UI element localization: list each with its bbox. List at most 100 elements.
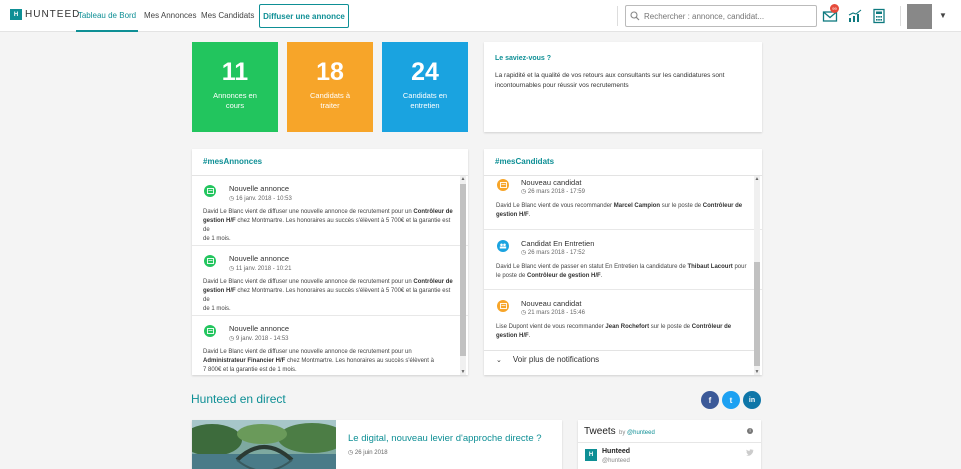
- text: chez Montmartre. Les honoraires au succè…: [285, 358, 434, 364]
- annonces-scrollbar[interactable]: ▲ ▼: [460, 176, 466, 375]
- divider: [578, 442, 761, 443]
- date-text: 26 mars 2018 - 17:59: [527, 189, 585, 195]
- notification-badge: 99: [830, 4, 839, 13]
- item-title: Nouvelle annonce: [229, 324, 290, 333]
- list-item[interactable]: Candidat En Entretien ◷ 26 mars 2018 - 1…: [484, 230, 762, 290]
- clock-icon: ◷: [229, 266, 235, 272]
- clock-icon: ◷: [229, 196, 235, 202]
- post-job-button[interactable]: Diffuser une annonce: [259, 4, 349, 28]
- scroll-down-arrow[interactable]: ▼: [460, 369, 466, 375]
- stat-tile-candidats-a-traiter[interactable]: 18 Candidats à traiter: [287, 42, 373, 132]
- item-title: Nouveau candidat: [521, 178, 582, 187]
- date-text: 16 janv. 2018 - 10:53: [235, 196, 292, 202]
- tweets-handle-link[interactable]: @hunteed: [627, 430, 655, 436]
- tweets-by: by @hunteed: [619, 430, 655, 436]
- date-text: 26 mars 2018 - 17:52: [527, 250, 585, 256]
- twitter-bird-icon: [746, 449, 754, 456]
- linkedin-icon[interactable]: in: [743, 391, 761, 409]
- scroll-up-arrow[interactable]: ▲: [460, 176, 466, 182]
- job-icon: [204, 255, 216, 267]
- text-bold: gestion H/F: [496, 333, 529, 339]
- clock-icon: ◷: [229, 336, 235, 342]
- annonces-title: #mesAnnonces: [203, 157, 263, 166]
- article-title[interactable]: Le digital, nouveau levier d'approche di…: [348, 433, 542, 444]
- date-text: 26 juin 2018: [354, 450, 388, 456]
- text-bold: gestion H/F: [203, 218, 236, 224]
- list-item[interactable]: Nouvelle annonce ◷ 16 janv. 2018 - 10:53…: [192, 176, 468, 246]
- text: David Le Blanc vient de passer en statut…: [496, 264, 688, 270]
- text: le poste de: [496, 273, 528, 279]
- chevron-down-icon[interactable]: ▼: [939, 11, 947, 20]
- list-item[interactable]: Nouveau candidat ◷ 26 mars 2018 - 17:59 …: [484, 176, 762, 230]
- divider: [484, 350, 754, 351]
- text: pour: [732, 264, 747, 270]
- stat-label: Candidats en: [402, 91, 448, 100]
- item-text: David Le Blanc vient de diffuser une nou…: [203, 348, 458, 375]
- job-icon: [204, 325, 216, 337]
- text-bold: Contrôleur de: [702, 203, 743, 209]
- scroll-thumb[interactable]: [754, 262, 760, 366]
- see-more-notifications[interactable]: ⌄ Voir plus de notifications: [496, 355, 599, 364]
- item-date: ◷ 21 mars 2018 - 15:46: [521, 309, 585, 316]
- text: chez Montmartre. Les honoraires au succè…: [203, 288, 451, 303]
- item-date: ◷ 9 janv. 2018 - 14:53: [229, 335, 289, 342]
- search-input[interactable]: [644, 11, 814, 21]
- logo[interactable]: H HUNTEED: [10, 9, 80, 20]
- text: David Le Blanc vient de diffuser une nou…: [203, 279, 414, 285]
- item-date: ◷ 11 janv. 2018 - 10:21: [229, 265, 291, 272]
- article-card[interactable]: Le digital, nouveau levier d'approche di…: [192, 420, 562, 469]
- logo-text: HUNTEED: [25, 9, 81, 20]
- list-item[interactable]: Nouveau candidat ◷ 21 mars 2018 - 15:46 …: [484, 290, 762, 349]
- clock-icon: ◷: [521, 250, 527, 256]
- scroll-thumb[interactable]: [460, 184, 466, 356]
- stats-chart-icon[interactable]: [847, 8, 863, 24]
- text: chez Montmartre. Les honoraires au succè…: [203, 218, 451, 233]
- text-bold: Contrôleur de gestion H/F: [527, 273, 601, 279]
- nav-tableau-de-bord[interactable]: Tableau de Bord: [76, 0, 138, 32]
- divider: [900, 6, 901, 26]
- job-icon: [204, 185, 216, 197]
- top-navigation: H HUNTEED Tableau de Bord Mes Annonces M…: [0, 0, 961, 32]
- twitter-icon[interactable]: t: [722, 391, 740, 409]
- clock-icon: ◷: [521, 310, 527, 316]
- item-text: David Le Blanc vient de diffuser une nou…: [203, 208, 458, 244]
- annonces-list: Nouvelle annonce ◷ 16 janv. 2018 - 10:53…: [192, 176, 468, 375]
- nav-mes-candidats[interactable]: Mes Candidats: [201, 0, 254, 32]
- stat-tile-candidats-en-entretien[interactable]: 24 Candidats en entretien: [382, 42, 468, 132]
- facebook-icon[interactable]: f: [701, 391, 719, 409]
- text: by: [619, 430, 628, 436]
- avatar[interactable]: [907, 4, 932, 29]
- text: sur le poste de: [660, 203, 703, 209]
- info-icon[interactable]: i: [747, 428, 753, 434]
- text: Lise Dupont vient de vous recommander: [496, 324, 606, 330]
- text-bold: Contrôleur de: [413, 209, 453, 215]
- see-more-label: Voir plus de notifications: [512, 355, 600, 364]
- annonces-card: #mesAnnonces Nouvelle annonce ◷ 16 janv.…: [192, 149, 468, 375]
- search-icon: [630, 11, 640, 21]
- candidats-scrollbar[interactable]: ▲ ▼: [754, 176, 760, 375]
- date-text: 9 janv. 2018 - 14:53: [235, 336, 289, 342]
- text: sur le poste de: [649, 324, 692, 330]
- tweets-title: Tweets: [584, 426, 616, 437]
- list-item[interactable]: Nouvelle annonce ◷ 9 janv. 2018 - 14:53 …: [192, 316, 468, 375]
- text: David Le Blanc vient de diffuser une nou…: [203, 349, 412, 355]
- tip-text: incontournables pour réussir vos recrute…: [495, 82, 629, 89]
- list-item[interactable]: Nouvelle annonce ◷ 11 janv. 2018 - 10:21…: [192, 246, 468, 316]
- tweet-user-handle: @hunteed: [602, 458, 630, 464]
- item-text: David Le Blanc vient de passer en statut…: [496, 263, 754, 281]
- text-bold: gestion H/F: [203, 288, 236, 294]
- scroll-down-arrow[interactable]: ▼: [754, 369, 760, 375]
- calculator-icon[interactable]: [871, 8, 887, 24]
- hunteed-avatar[interactable]: H: [585, 449, 597, 461]
- item-date: ◷ 26 mars 2018 - 17:59: [521, 188, 585, 195]
- text: 7 800€ et la garantie est de 1 mois.: [203, 367, 297, 373]
- search-box[interactable]: [625, 5, 817, 27]
- tweet-user[interactable]: Hunteed: [602, 448, 630, 455]
- stat-value: 18: [316, 58, 344, 86]
- text: .: [600, 273, 603, 279]
- text-bold: Jean Rochefort: [605, 324, 650, 330]
- text: de 1 mois.: [203, 306, 231, 312]
- stat-tile-annonces[interactable]: 11 Annonces en cours: [192, 42, 278, 132]
- nav-mes-annonces[interactable]: Mes Annonces: [144, 0, 196, 32]
- scroll-up-arrow[interactable]: ▲: [754, 176, 760, 182]
